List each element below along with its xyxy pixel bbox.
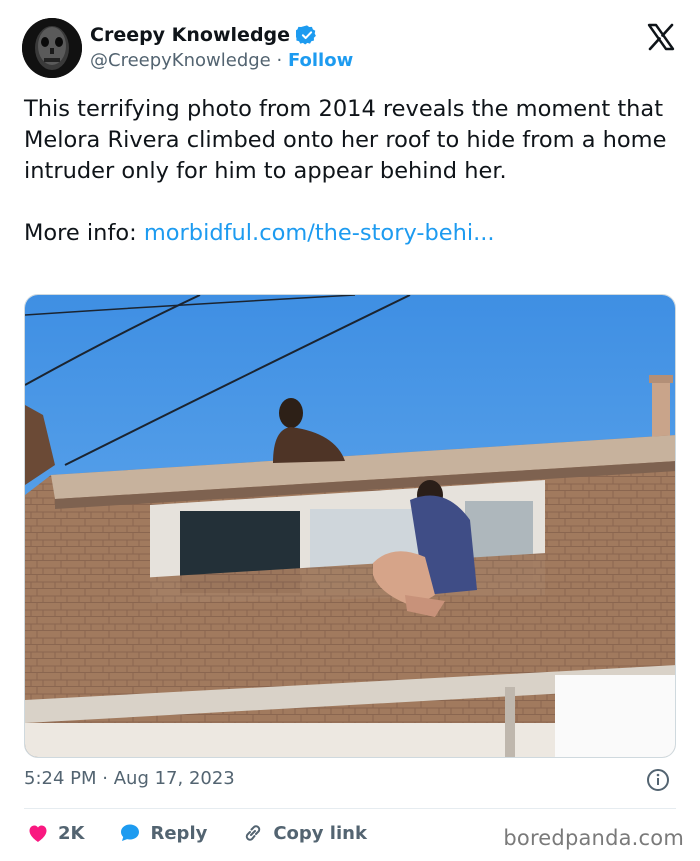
tweet-text: This terrifying photo from 2014 reveals … (24, 94, 674, 249)
heart-icon (29, 825, 47, 842)
divider (24, 808, 676, 809)
follow-button[interactable]: Follow (288, 50, 353, 71)
reply-bubble-icon (121, 824, 140, 841)
more-info: More info: morbidful.com/the-story-behi.… (24, 218, 674, 249)
watermark: boredpanda.com (503, 826, 684, 850)
tweet-date[interactable]: Aug 17, 2023 (114, 768, 235, 789)
handle[interactable]: @CreepyKnowledge (90, 50, 271, 71)
verified-badge-icon (294, 24, 318, 46)
more-info-label: More info: (24, 220, 137, 246)
copy-link-label: Copy link (273, 822, 367, 844)
link-icon (246, 825, 261, 841)
display-name[interactable]: Creepy Knowledge (90, 24, 290, 46)
tweet-link[interactable]: morbidful.com/the-story-behi... (144, 220, 495, 246)
handle-row: @CreepyKnowledge · Follow (90, 50, 353, 71)
like-count: 2K (58, 822, 85, 844)
info-icon[interactable] (646, 768, 670, 792)
handle-separator: · (276, 50, 283, 71)
meta-separator: · (102, 768, 108, 789)
reply-button[interactable]: Reply (118, 821, 207, 845)
like-button[interactable]: 2K (26, 821, 84, 845)
tweet-meta: 5:24 PM · Aug 17, 2023 (24, 768, 235, 789)
copy-link-button[interactable]: Copy link (241, 821, 367, 845)
avatar[interactable] (22, 18, 82, 78)
tweet-time[interactable]: 5:24 PM (24, 768, 97, 789)
tweet-photo[interactable] (24, 294, 676, 758)
x-logo-icon[interactable] (646, 22, 676, 52)
tweet-body: This terrifying photo from 2014 reveals … (24, 96, 667, 184)
author-names: Creepy Knowledge @CreepyKnowledge · Foll… (90, 24, 353, 71)
action-bar: 2K Reply Copy link (26, 820, 401, 846)
reply-label: Reply (150, 822, 208, 844)
tweet-header: Creepy Knowledge @CreepyKnowledge · Foll… (22, 18, 678, 80)
